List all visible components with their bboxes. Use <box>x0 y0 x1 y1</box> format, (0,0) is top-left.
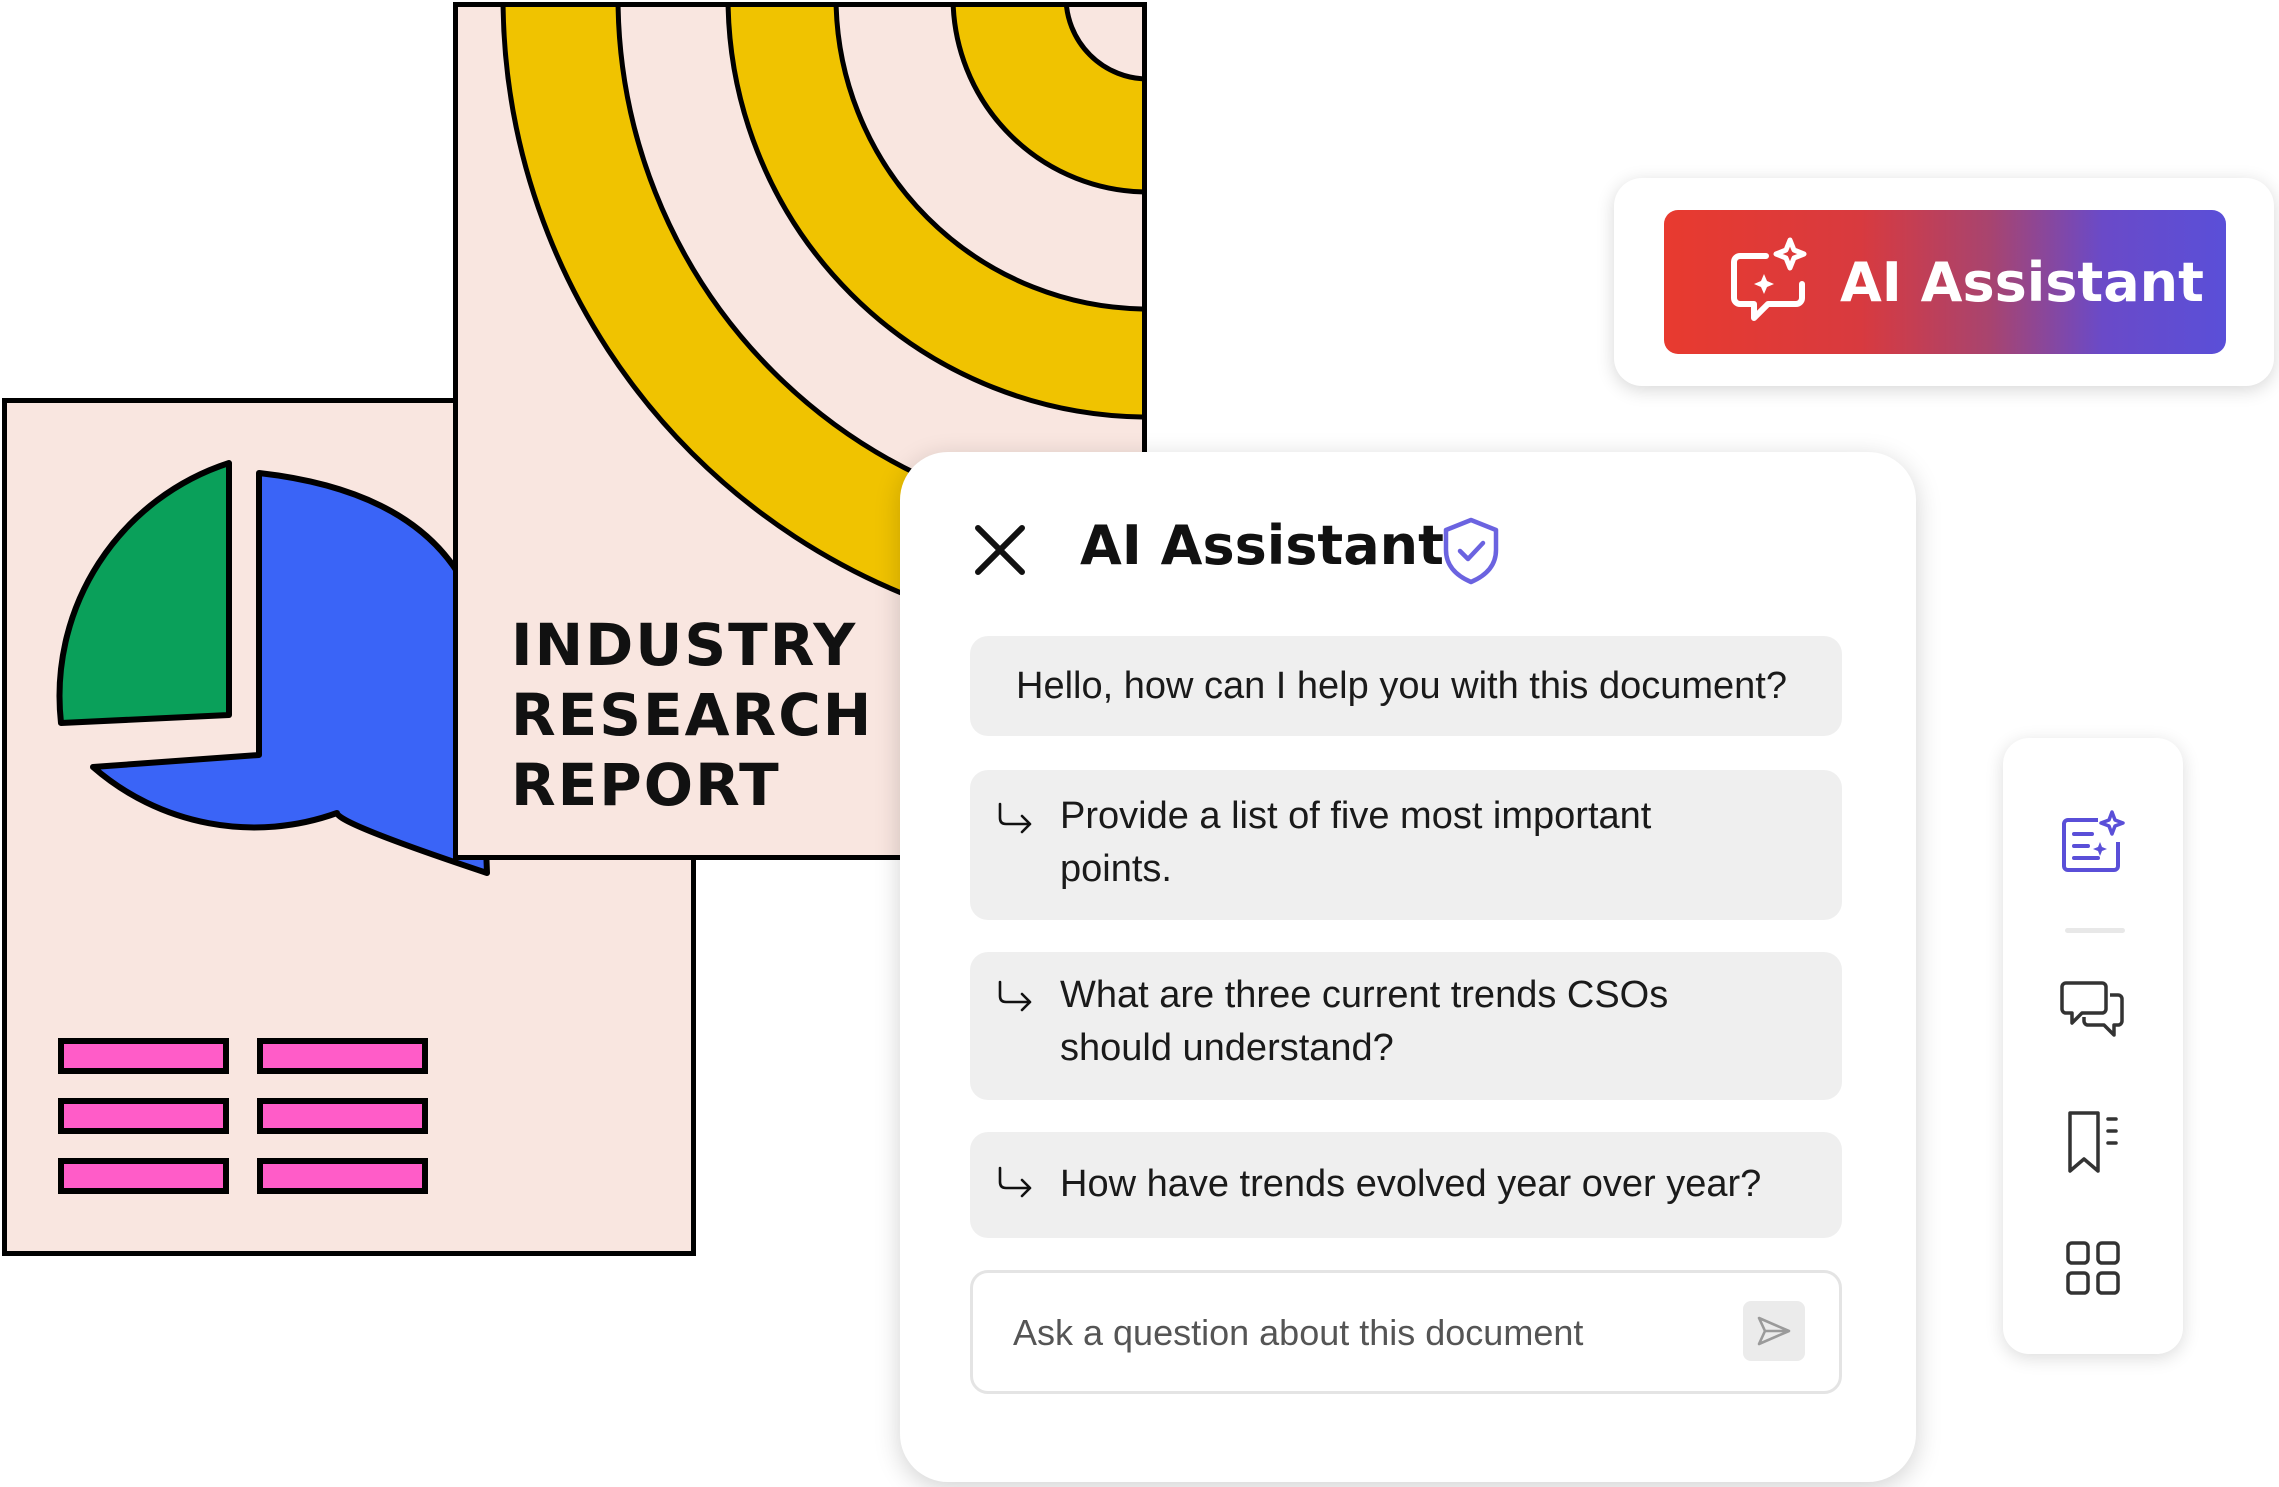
suggestion-text-line: points. <box>1060 848 1172 890</box>
question-input[interactable] <box>1011 1303 1735 1363</box>
send-button[interactable] <box>1743 1301 1805 1361</box>
suggestion-text-line: should understand? <box>1060 1027 1394 1069</box>
ai-assistant-button[interactable]: AI Assistant <box>1664 210 2226 354</box>
rail-divider <box>2065 928 2125 933</box>
greeting-text: Hello, how can I help you with this docu… <box>1016 664 1787 707</box>
suggestion-item[interactable]: How have trends evolved year over year? <box>970 1132 1842 1238</box>
reply-arrow-icon <box>998 802 1032 834</box>
ai-summary-icon[interactable] <box>2058 808 2128 878</box>
suggestion-text-line: What are three current trends CSOs <box>1060 974 1669 1016</box>
suggestion-item[interactable]: What are three current trends CSOs shoul… <box>970 952 1842 1100</box>
report-title: INDUSTRY RESEARCH REPORT <box>511 610 873 820</box>
suggestion-text-line: How have trends evolved year over year? <box>1060 1163 1762 1205</box>
comments-icon[interactable] <box>2058 975 2128 1045</box>
send-icon <box>1757 1316 1791 1346</box>
report-title-line: RESEARCH <box>511 681 874 749</box>
suggestion-item[interactable]: Provide a list of five most important po… <box>970 770 1842 920</box>
report-title-line: INDUSTRY <box>511 611 858 679</box>
side-tool-rail <box>2003 738 2183 1354</box>
ai-assistant-button-label: AI Assistant <box>1840 250 2204 314</box>
ai-assistant-button-card: AI Assistant <box>1614 178 2274 386</box>
report-title-line: REPORT <box>511 751 781 819</box>
shield-check-icon <box>1443 517 1499 585</box>
chat-sparkle-icon <box>1731 237 1807 321</box>
grid-icon[interactable] <box>2058 1235 2128 1305</box>
suggestion-text-line: Provide a list of five most important <box>1060 795 1652 837</box>
close-icon[interactable] <box>970 520 1030 580</box>
question-input-container <box>970 1270 1842 1394</box>
panel-title: AI Assistant <box>1080 514 1444 577</box>
bookmarks-icon[interactable] <box>2058 1107 2128 1177</box>
assistant-greeting: Hello, how can I help you with this docu… <box>970 636 1842 736</box>
reply-arrow-icon <box>998 980 1032 1012</box>
reply-arrow-icon <box>998 1166 1032 1198</box>
ai-assistant-panel: AI Assistant Hello, how can I help you w… <box>900 452 1916 1482</box>
